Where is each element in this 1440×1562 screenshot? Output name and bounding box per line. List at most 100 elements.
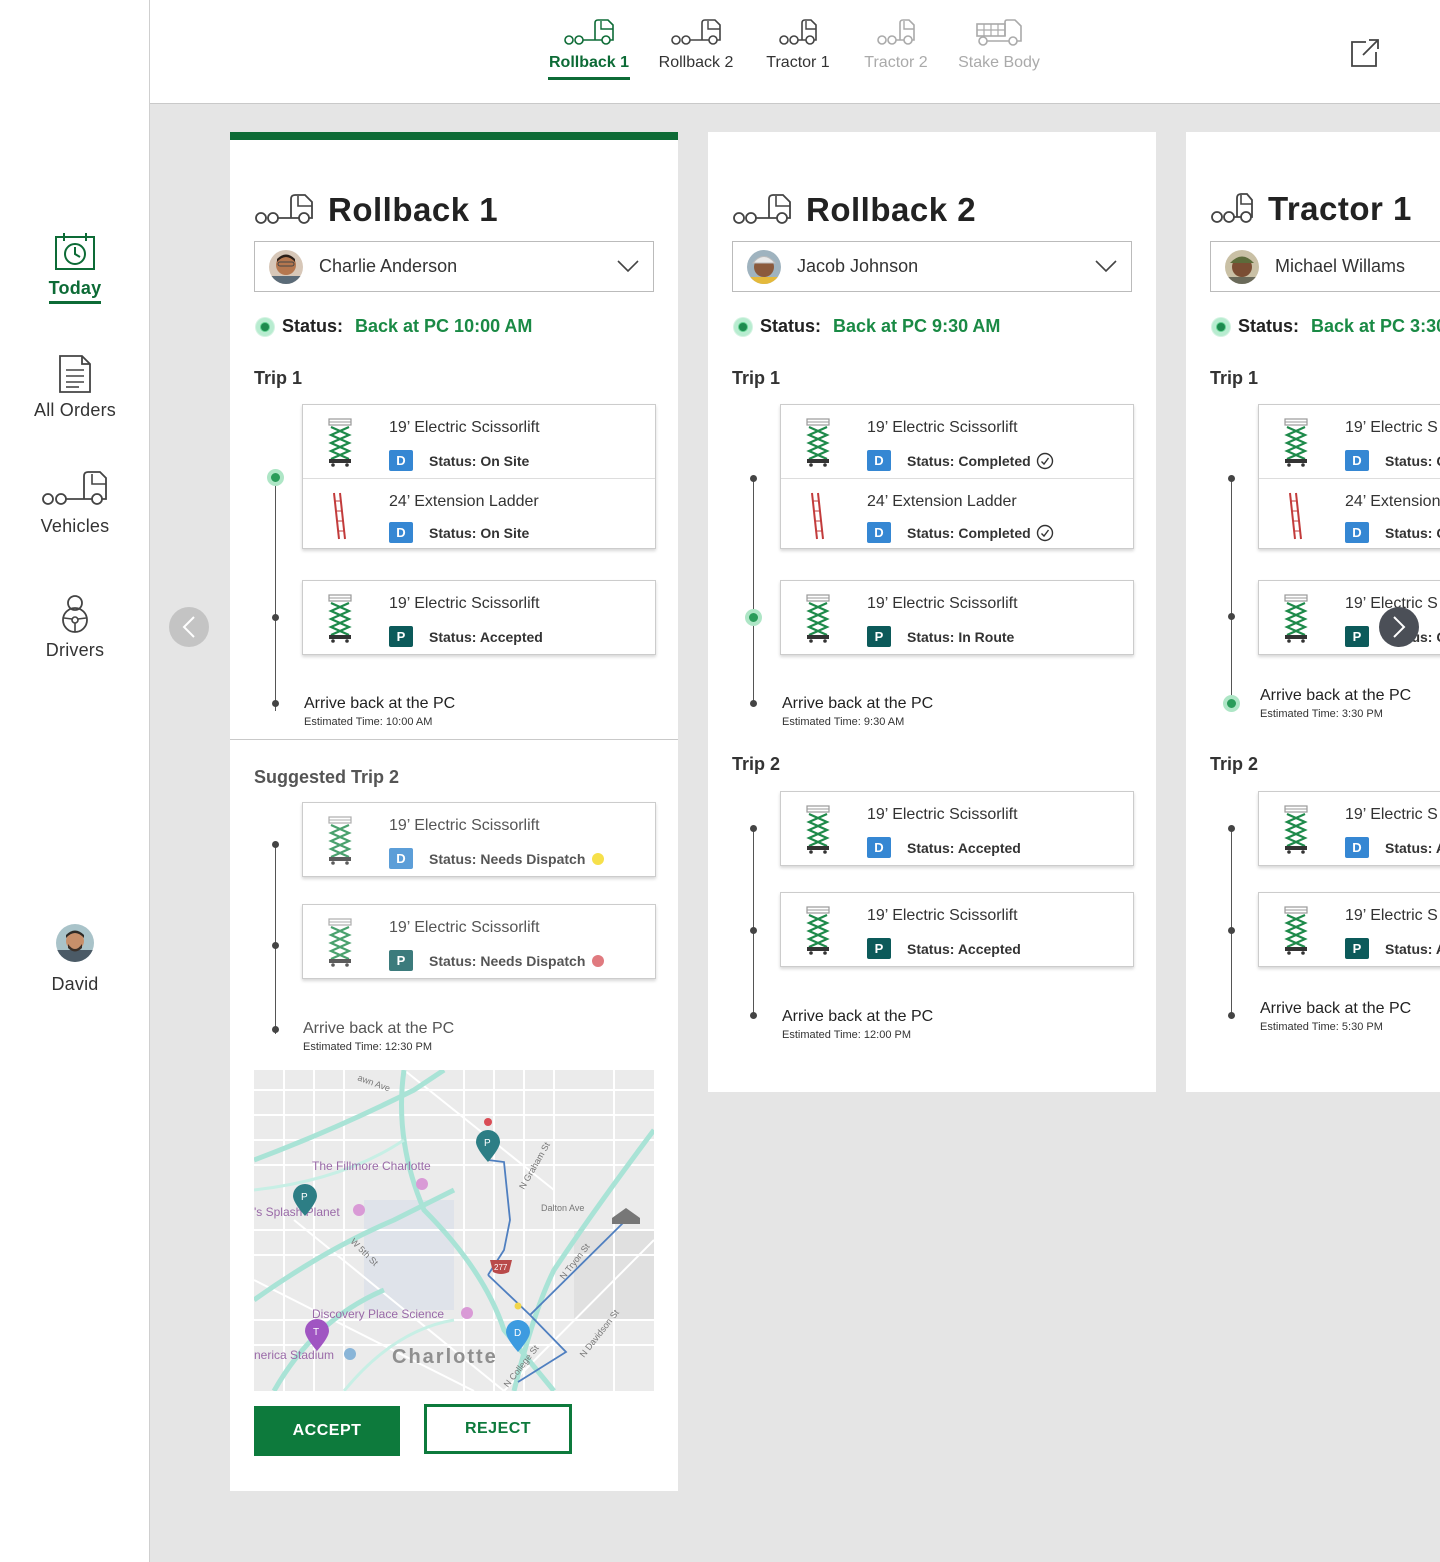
- timeline-dot: [750, 927, 757, 934]
- order-item[interactable]: 19’ Electric Scissorlift P Status: Needs…: [303, 905, 655, 978]
- tab-tractor-2[interactable]: Tractor 2: [860, 18, 932, 72]
- rollback-truck-icon: [254, 193, 314, 227]
- order-item[interactable]: 19’ Electric Scissorlift P Status: Accep…: [781, 893, 1133, 966]
- order-group: 19’ Electric Scissorlift D Status: Accep…: [780, 791, 1134, 866]
- map-label: Discovery Place Science: [312, 1307, 444, 1321]
- arrive-back: Arrive back at the PC Estimated Time: 9:…: [782, 695, 933, 728]
- sidebar-item-drivers[interactable]: Drivers: [0, 594, 150, 661]
- timeline-dot: [272, 1026, 279, 1033]
- accept-button[interactable]: ACCEPT: [254, 1406, 400, 1456]
- tab-label: Rollback 2: [658, 54, 734, 71]
- pickup-badge: P: [389, 950, 413, 971]
- order-item[interactable]: 19’ Electric Scissorlift P Status: Accep…: [303, 581, 655, 654]
- order-item[interactable]: 19’ Electric Scissorlift D Status: Needs…: [303, 803, 655, 876]
- avatar: [56, 924, 94, 962]
- vehicle-status: Status: Back at PC 10:00 AM: [256, 316, 532, 337]
- order-item[interactable]: 24’ Extension Ladder D Status: Completed: [781, 478, 1133, 548]
- ladder-icon: [803, 491, 833, 541]
- scissorlift-icon: [325, 417, 355, 467]
- tab-rollback-2[interactable]: Rollback 2: [656, 18, 736, 72]
- arrive-label: Arrive back at the PC: [1260, 687, 1412, 704]
- rollback-truck-icon: [564, 19, 614, 45]
- popout-button[interactable]: [1350, 38, 1380, 73]
- delivery-badge: D: [389, 450, 413, 471]
- avatar: [747, 249, 781, 284]
- reject-button[interactable]: REJECT: [424, 1404, 572, 1454]
- driver-name: Charlie Anderson: [319, 256, 458, 276]
- timeline-dot: [272, 942, 279, 949]
- order-item[interactable]: 24’ Extension D Status: C: [1259, 478, 1440, 548]
- scissorlift-icon: [325, 815, 355, 865]
- tractor-truck-icon: [877, 19, 915, 45]
- map-street-label: Dalton Ave: [541, 1203, 584, 1213]
- order-group: 19’ Electric Scissorlift D Status: On Si…: [302, 404, 656, 549]
- map-canvas: The Fillmore Charlotte 's Splash Planet …: [254, 1070, 654, 1391]
- timeline-current-dot: [1223, 695, 1240, 712]
- driver-dropdown[interactable]: Charlie Anderson: [254, 241, 654, 292]
- order-item[interactable]: 19’ Electric S D Status: C: [1259, 405, 1440, 478]
- order-item[interactable]: 19’ Electric Scissorlift D Status: Compl…: [781, 405, 1133, 478]
- delivery-badge: D: [867, 837, 891, 858]
- previous-vehicle-button[interactable]: [169, 607, 209, 647]
- order-status: Status: Needs Dispatch: [429, 850, 586, 867]
- scissorlift-icon: [325, 917, 355, 967]
- driver-name: Michael Willams: [1275, 256, 1406, 276]
- order-name: 24’ Extension Ladder: [389, 493, 539, 510]
- map-dot: [514, 1302, 522, 1310]
- driver-dropdown[interactable]: Michael Willams: [1210, 241, 1440, 292]
- map-dot: [484, 1118, 492, 1126]
- order-item[interactable]: 24’ Extension Ladder D Status: On Site: [303, 478, 655, 548]
- trip-label: Trip 1: [1210, 368, 1259, 388]
- vehicle-status: Status: Back at PC 9:30 AM: [734, 316, 1000, 337]
- sidebar-item-today[interactable]: Today: [0, 232, 150, 304]
- timeline-dot: [1228, 927, 1235, 934]
- order-group: 19’ Electric S P Status: A: [1258, 892, 1440, 967]
- order-item[interactable]: 19’ Electric Scissorlift P Status: In Ro…: [781, 581, 1133, 654]
- vehicle-tabs-bar: Rollback 1 Rollback 2 Tractor 1 Tractor …: [150, 0, 1440, 104]
- driver-name: Jacob Johnson: [797, 256, 919, 276]
- order-item[interactable]: 19’ Electric S D Status: A: [1259, 792, 1440, 865]
- pickup-badge: P: [867, 938, 891, 959]
- svg-text:P: P: [301, 1192, 308, 1203]
- pickup-badge: P: [1345, 938, 1369, 959]
- order-status: Status: Needs Dispatch: [429, 952, 586, 969]
- map-label: nerica Stadium: [254, 1348, 334, 1362]
- order-item[interactable]: 19’ Electric Scissorlift D Status: Accep…: [781, 792, 1133, 865]
- order-item[interactable]: 19’ Electric Scissorlift D Status: On Si…: [303, 405, 655, 478]
- delivery-badge: D: [867, 522, 891, 543]
- delivery-badge: D: [1345, 522, 1369, 543]
- order-status: Status: A: [1385, 940, 1440, 957]
- order-name: 19’ Electric Scissorlift: [389, 595, 540, 612]
- timeline-dot: [272, 614, 279, 621]
- tab-stake-body[interactable]: Stake Body: [956, 18, 1042, 72]
- order-group: 19’ Electric S D Status: C 24’ Extension…: [1258, 404, 1440, 549]
- scissorlift-icon: [803, 593, 833, 643]
- arrive-label: Arrive back at the PC: [782, 695, 934, 712]
- timeline-dot: [272, 700, 279, 707]
- chevron-left-icon: [182, 616, 195, 638]
- sidebar-item-all-orders[interactable]: All Orders: [0, 354, 150, 421]
- driver-dropdown[interactable]: Jacob Johnson: [732, 241, 1132, 292]
- status-indicator-dot: [1212, 317, 1230, 336]
- check-circle-icon: [1036, 524, 1054, 542]
- sidebar-item-vehicles[interactable]: Vehicles: [0, 470, 150, 537]
- scissorlift-icon: [1281, 905, 1311, 955]
- route-map[interactable]: The Fillmore Charlotte 's Splash Planet …: [254, 1070, 654, 1391]
- order-status: Status: On Site: [429, 524, 530, 541]
- tab-label: Rollback 1: [548, 54, 630, 71]
- delivery-badge: D: [1345, 450, 1369, 471]
- timeline-dot: [272, 841, 279, 848]
- timeline-dot: [750, 475, 757, 482]
- sidebar-user-label: David: [51, 974, 99, 994]
- rollback-truck-icon: [671, 19, 721, 45]
- ladder-icon: [1281, 491, 1311, 541]
- timeline-dot: [750, 1012, 757, 1019]
- vehicle-status: Status: Back at PC 3:30: [1212, 316, 1440, 337]
- sidebar-user[interactable]: David: [0, 924, 150, 995]
- order-item[interactable]: 19’ Electric S P Status: A: [1259, 893, 1440, 966]
- next-vehicle-button[interactable]: [1379, 607, 1419, 647]
- poi-marker: [344, 1348, 356, 1360]
- estimated-time: Estimated Time: 5:30 PM: [1260, 1021, 1383, 1033]
- tab-rollback-1[interactable]: Rollback 1: [548, 18, 630, 80]
- tab-tractor-1[interactable]: Tractor 1: [762, 18, 834, 72]
